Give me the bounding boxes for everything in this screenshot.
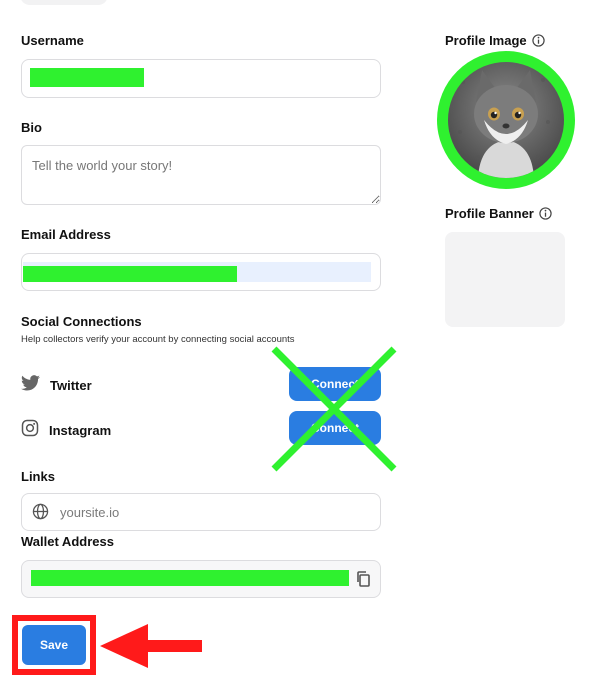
- globe-icon: [32, 503, 49, 525]
- twitter-label: Twitter: [50, 378, 92, 393]
- avatar: [448, 62, 564, 178]
- profile-banner-upload[interactable]: [445, 232, 565, 327]
- instagram-icon: [21, 419, 39, 442]
- profile-banner-label: Profile Banner: [445, 206, 552, 221]
- username-label: Username: [21, 33, 84, 48]
- twitter-row: Twitter: [21, 375, 92, 396]
- instagram-row: Instagram: [21, 419, 111, 442]
- cross-out-icon: [271, 346, 397, 472]
- wallet-label: Wallet Address: [21, 534, 114, 549]
- top-tab-stub: [20, 0, 108, 5]
- redaction-bar: [31, 570, 349, 586]
- twitter-icon: [21, 375, 40, 396]
- instagram-label: Instagram: [49, 423, 112, 438]
- info-icon[interactable]: [531, 34, 545, 47]
- arrow-left-icon: [100, 624, 202, 668]
- wallet-field: [21, 560, 381, 598]
- social-connections-help: Help collectors verify your account by c…: [21, 334, 295, 345]
- bio-label: Bio: [21, 120, 42, 135]
- profile-image-label: Profile Image: [445, 33, 545, 48]
- copy-icon[interactable]: [356, 571, 370, 592]
- bio-textarea[interactable]: [21, 145, 381, 205]
- links-label: Links: [21, 469, 55, 484]
- info-icon[interactable]: [539, 207, 552, 220]
- redaction-bar: [23, 266, 237, 282]
- avatar-ring[interactable]: [437, 51, 575, 189]
- email-field[interactable]: [21, 253, 381, 291]
- username-field[interactable]: [21, 59, 381, 98]
- links-input[interactable]: [21, 493, 381, 531]
- email-label: Email Address: [21, 227, 111, 242]
- social-connections-label: Social Connections: [21, 314, 142, 329]
- save-button[interactable]: Save: [22, 625, 86, 665]
- redaction-bar: [30, 68, 144, 87]
